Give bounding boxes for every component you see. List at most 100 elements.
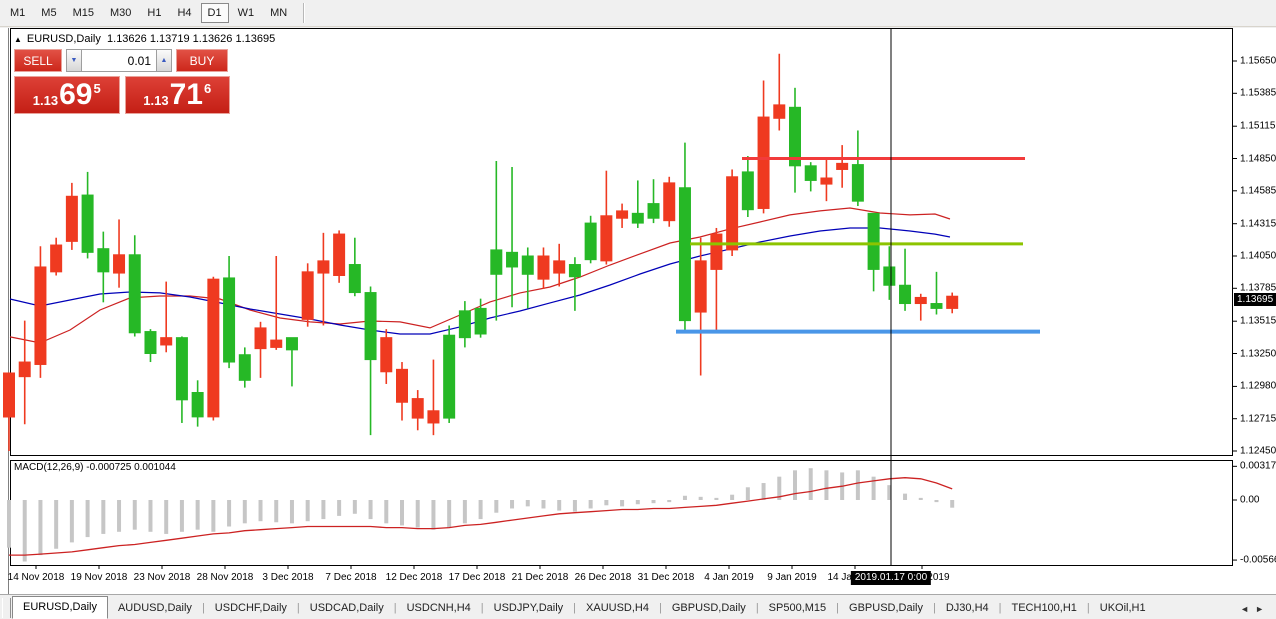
candlestick [98, 249, 109, 272]
sell-price-panel[interactable]: 1.13 69 5 [14, 76, 120, 114]
candlestick [302, 272, 313, 320]
date-axis-label: 3 Dec 2018 [262, 572, 313, 583]
candlestick [444, 335, 455, 418]
volume-input[interactable] [82, 49, 156, 72]
symbol-tab-usdcad[interactable]: USDCAD,Daily [300, 598, 394, 619]
candlestick [19, 362, 30, 377]
candlestick [821, 178, 832, 184]
sell-button[interactable]: SELL [14, 49, 62, 72]
vline-date-tooltip: 2019.01.17 0:00 [851, 571, 931, 585]
timeframe-button-d1[interactable]: D1 [201, 3, 229, 23]
candlestick [66, 196, 77, 241]
candlestick [507, 252, 518, 267]
chevron-down-icon: ▼ [71, 57, 78, 64]
candlestick [397, 369, 408, 402]
symbol-tab-audusd[interactable]: AUDUSD,Daily [108, 598, 202, 619]
candlestick [428, 411, 439, 423]
candlestick [774, 105, 785, 118]
price-axis-label: 1.12715 [1240, 413, 1276, 424]
timeframe-button-m15[interactable]: M15 [66, 3, 101, 23]
candlestick [679, 188, 690, 321]
symbol-tab-sp500[interactable]: SP500,M15 [759, 598, 836, 619]
candlestick [365, 293, 376, 360]
toolbar-separator [303, 3, 305, 23]
price-axis-label: 1.14315 [1240, 218, 1276, 229]
current-price-badge: 1.13695 [1234, 293, 1276, 306]
candlestick [318, 261, 329, 273]
volume-increase-button[interactable]: ▲ [156, 49, 172, 72]
date-axis-label: 26 Dec 2018 [575, 572, 632, 583]
date-axis-label: 28 Nov 2018 [197, 572, 254, 583]
price-axis-label: 1.14585 [1240, 185, 1276, 196]
timeframe-button-m5[interactable]: M5 [34, 3, 63, 23]
symbol-tab-xauusd[interactable]: XAUUSD,H4 [576, 598, 659, 619]
candlestick [601, 216, 612, 261]
timeframe-buttons: M1M5M15M30H1H4D1W1MN [2, 3, 295, 23]
symbol-tab-bar: EURUSD,DailyAUDUSD,Daily|USDCHF,Daily|US… [0, 594, 1276, 619]
candlestick [884, 267, 895, 285]
candlestick [617, 211, 628, 218]
date-axis-label: 17 Dec 2018 [449, 572, 506, 583]
symbol-tab-gbpusd[interactable]: GBPUSD,Daily [662, 598, 756, 619]
date-axis-label: 31 Dec 2018 [638, 572, 695, 583]
candlestick [632, 213, 643, 223]
candlestick [837, 163, 848, 169]
symbol-tabs: EURUSD,DailyAUDUSD,Daily|USDCHF,Daily|US… [12, 596, 1156, 619]
candlestick [758, 117, 769, 208]
sell-price-pip: 5 [93, 81, 100, 96]
candlestick [459, 311, 470, 338]
buy-price-big: 71 [170, 80, 203, 110]
candlestick [334, 234, 345, 275]
timeframe-button-h4[interactable]: H4 [170, 3, 198, 23]
chart-ohlc-values: 1.13626 1.13719 1.13626 1.13695 [107, 33, 275, 45]
candlestick [4, 373, 15, 417]
candlestick [947, 296, 958, 308]
candlestick [224, 278, 235, 362]
date-axis-label: 7 Dec 2018 [325, 572, 376, 583]
buy-price-panel[interactable]: 1.13 71 6 [125, 76, 231, 114]
symbol-tab-eurusd[interactable]: EURUSD,Daily [12, 596, 108, 619]
timeframe-button-h1[interactable]: H1 [140, 3, 168, 23]
tab-scroll-left-icon[interactable]: ◄ [1240, 604, 1255, 614]
collapse-icon[interactable]: ▲ [14, 35, 22, 44]
macd-axis-label: 0.003177 [1240, 461, 1276, 472]
timeframe-button-m30[interactable]: M30 [103, 3, 138, 23]
tab-scroll-right-icon[interactable]: ► [1255, 604, 1270, 614]
symbol-tab-dj30[interactable]: DJ30,H4 [936, 598, 999, 619]
tabbar-grip[interactable] [2, 598, 11, 618]
chart-window: ▲ EURUSD,Daily 1.13626 1.13719 1.13626 1… [0, 28, 1276, 594]
timeframe-button-mn[interactable]: MN [263, 3, 294, 23]
buy-price-pip: 6 [204, 81, 211, 96]
date-axis-label: 14 Nov 2018 [8, 572, 65, 583]
candlestick [569, 265, 580, 277]
date-axis-label: 4 Jan 2019 [704, 572, 754, 583]
timeframe-toolbar: M1M5M15M30H1H4D1W1MN [0, 0, 1276, 27]
chevron-up-icon: ▲ [161, 57, 168, 64]
buy-price-prefix: 1.13 [143, 93, 168, 108]
timeframe-button-w1[interactable]: W1 [231, 3, 262, 23]
date-axis-label: 19 Nov 2018 [71, 572, 128, 583]
candlestick [695, 261, 706, 312]
sell-price-big: 69 [59, 80, 92, 110]
candlestick [852, 165, 863, 202]
candlestick [381, 338, 392, 372]
candlestick [664, 183, 675, 221]
macd-pane-frame [11, 461, 1233, 566]
candlestick [145, 332, 156, 354]
symbol-tab-ukoil[interactable]: UKOil,H1 [1090, 598, 1156, 619]
candlestick [286, 338, 297, 350]
candlestick [742, 172, 753, 210]
symbol-tab-usdjpy[interactable]: USDJPY,Daily [484, 598, 574, 619]
date-axis-label: 21 Dec 2018 [512, 572, 569, 583]
symbol-tab-gbpusd[interactable]: GBPUSD,Daily [839, 598, 933, 619]
timeframe-button-m1[interactable]: M1 [3, 3, 32, 23]
buy-button[interactable]: BUY [176, 49, 228, 72]
chart-header: ▲ EURUSD,Daily 1.13626 1.13719 1.13626 1… [14, 33, 275, 45]
symbol-tab-tech100[interactable]: TECH100,H1 [1002, 598, 1087, 619]
volume-decrease-button[interactable]: ▼ [66, 49, 82, 72]
candlestick [208, 279, 219, 417]
symbol-tab-usdcnh[interactable]: USDCNH,H4 [397, 598, 481, 619]
candlestick [349, 265, 360, 293]
candlestick [915, 297, 926, 303]
symbol-tab-usdchf[interactable]: USDCHF,Daily [205, 598, 297, 619]
